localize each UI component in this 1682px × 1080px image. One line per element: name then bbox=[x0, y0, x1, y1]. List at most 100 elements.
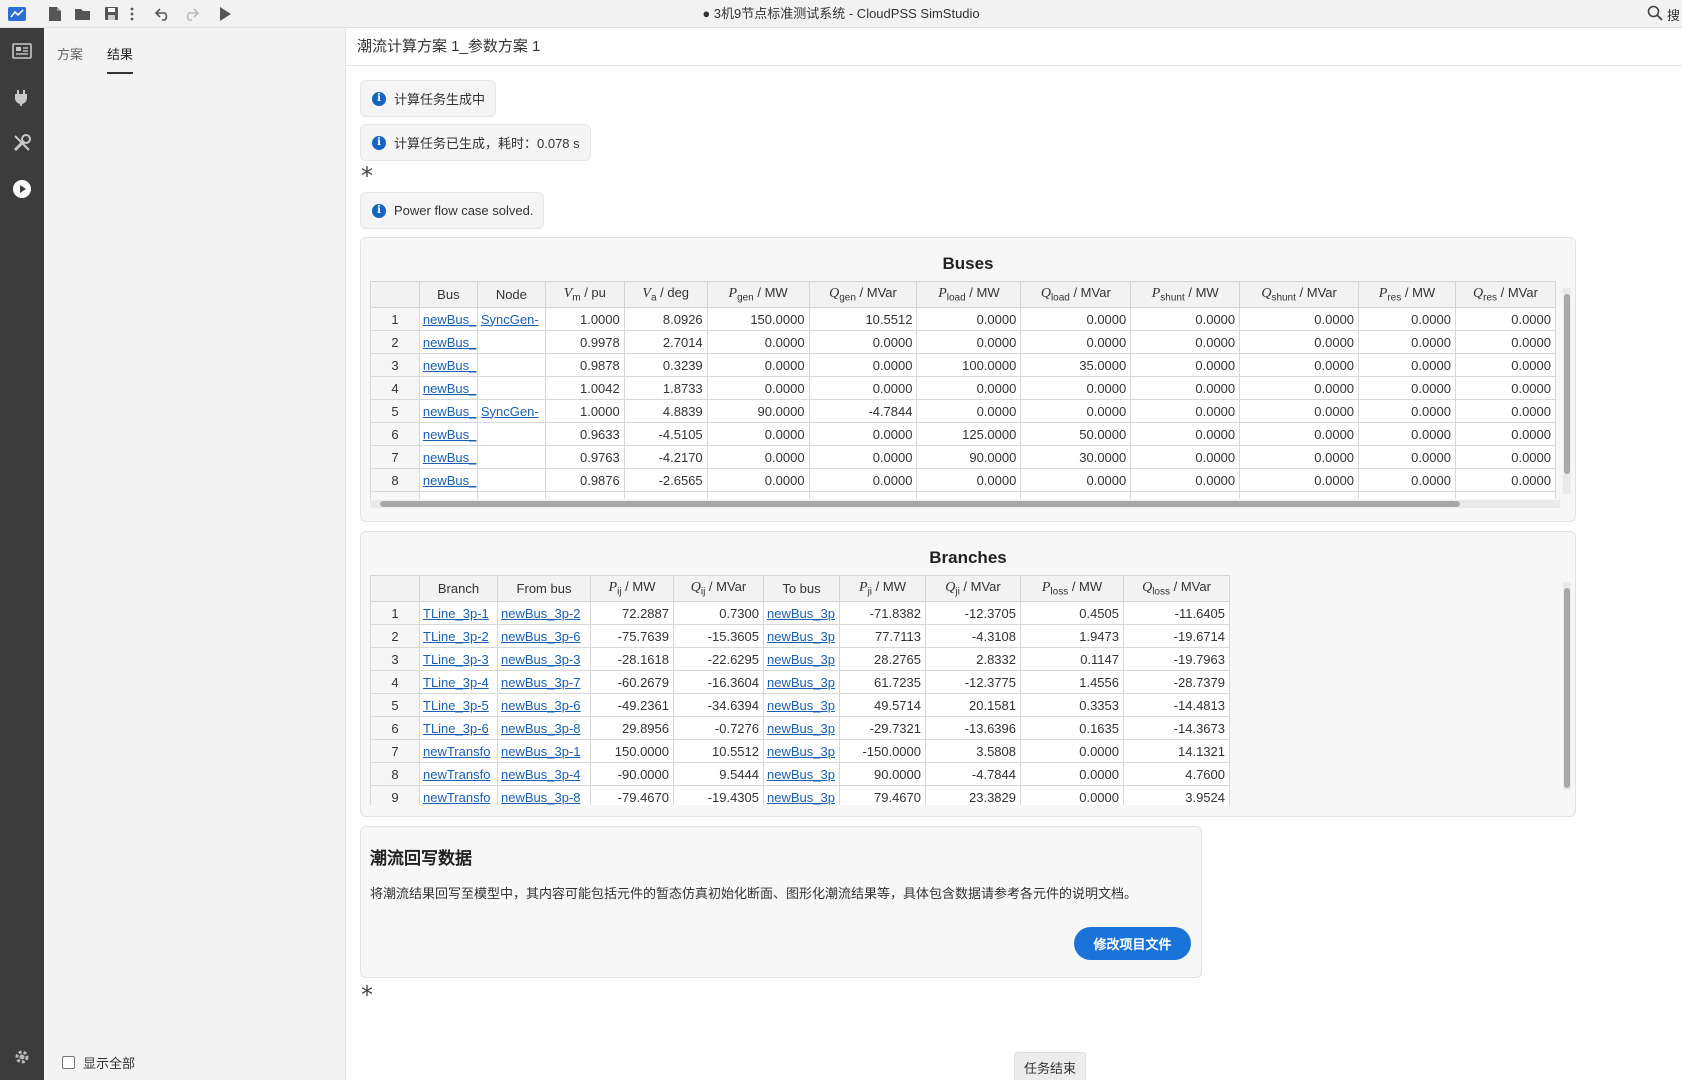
bus-row[interactable]: 1 newBus_ SyncGen- 1.0000 8.0926 150.0000 10.5… bbox=[370, 307, 1556, 331]
scroll-thumb[interactable] bbox=[1564, 294, 1570, 474]
modify-project-file-button[interactable]: 修改项目文件 bbox=[1074, 927, 1191, 960]
bus-link-cell[interactable]: newBus_ bbox=[418, 422, 478, 446]
col-qgen[interactable]: Qgen / MVar bbox=[808, 281, 918, 308]
bus-link-cell[interactable]: newBus_ bbox=[418, 307, 478, 331]
bus-row[interactable]: 5 newBus_ SyncGen- 1.0000 4.8839 90.0000 -4.78… bbox=[370, 399, 1556, 423]
branch-link-cell[interactable]: newBus_3p-3 bbox=[497, 647, 591, 671]
branch-link-cell[interactable]: newBus_3p bbox=[763, 785, 840, 805]
branch-link-cell[interactable]: TLine_3p-6 bbox=[419, 716, 498, 740]
rail-run-icon[interactable] bbox=[0, 166, 44, 212]
bus-row[interactable]: 8 newBus_ 0.9876 -2.6565 0.0000 0.0000 0.0000 0… bbox=[370, 468, 1556, 492]
rail-plugin-icon[interactable] bbox=[0, 74, 44, 120]
tab-plan[interactable]: 方案 bbox=[57, 44, 83, 70]
col-bus[interactable]: Bus bbox=[418, 281, 478, 308]
branch-row[interactable]: 8 newTransfo newBus_3p-4 -90.0000 9.5444 newB… bbox=[370, 762, 1230, 786]
task-end-button[interactable]: 任务结束 bbox=[1014, 1052, 1086, 1080]
branch-link-cell[interactable]: newBus_3p-7 bbox=[497, 670, 591, 694]
bus-row[interactable]: 6 newBus_ 0.9633 -4.5105 0.0000 0.0000 125.000… bbox=[370, 422, 1556, 446]
branch-link-cell[interactable]: TLine_3p-5 bbox=[419, 693, 498, 717]
col-node[interactable]: Node bbox=[476, 281, 546, 308]
col-qres[interactable]: Qres / MVar bbox=[1454, 281, 1556, 308]
branch-link-cell[interactable]: newBus_3p bbox=[763, 693, 840, 717]
col-qload[interactable]: Qload / MVar bbox=[1020, 281, 1132, 308]
branch-row[interactable]: 9 newTransfo newBus_3p-8 -79.4670 -19.4305 ne… bbox=[370, 785, 1230, 805]
col-branch[interactable]: Branch bbox=[419, 575, 498, 602]
col-pres[interactable]: Pres / MW bbox=[1358, 281, 1456, 308]
search-icon[interactable] bbox=[1647, 5, 1663, 24]
col-ploss[interactable]: Ploss / MW bbox=[1020, 575, 1124, 602]
branch-row[interactable]: 7 newTransfo newBus_3p-1 150.0000 10.5512 new… bbox=[370, 739, 1230, 763]
col-pji[interactable]: Pji / MW bbox=[839, 575, 926, 602]
bus-link-cell[interactable]: newBus_ bbox=[418, 399, 478, 423]
rail-model-icon[interactable] bbox=[0, 28, 44, 74]
bus-link-cell[interactable]: newBus_ bbox=[418, 445, 478, 469]
branch-link-cell[interactable]: newBus_3p bbox=[763, 716, 840, 740]
more-vertical-icon[interactable] bbox=[128, 3, 136, 25]
branch-link-cell[interactable]: newTransfo bbox=[419, 762, 498, 786]
save-icon[interactable] bbox=[100, 3, 122, 25]
bus-row[interactable]: 2 newBus_ 0.9978 2.7014 0.0000 0.0000 0.0000 0.… bbox=[370, 330, 1556, 354]
branch-link-cell[interactable]: newBus_3p bbox=[763, 739, 840, 763]
bus-link-cell[interactable]: newBus_ bbox=[418, 353, 478, 377]
buses-horizontal-scrollbar[interactable] bbox=[370, 500, 1560, 508]
bus-row[interactable]: 9newBus_SyncGen-1.00000.000079.467023.38… bbox=[370, 491, 1556, 499]
branch-row[interactable]: 5 TLine_3p-5 newBus_3p-6 -49.2361 -34.6394 ne… bbox=[370, 693, 1230, 717]
open-folder-icon[interactable] bbox=[72, 3, 94, 25]
branch-link-cell[interactable]: newTransfo bbox=[419, 739, 498, 763]
branches-table-viewport[interactable]: Branch From bus Pij / MW Qij / MVar To b… bbox=[370, 575, 1560, 805]
col-pij[interactable]: Pij / MW bbox=[590, 575, 674, 602]
bus-link-cell[interactable]: SyncGen- bbox=[476, 399, 546, 423]
branch-link-cell[interactable]: newBus_3p-2 bbox=[497, 601, 591, 625]
rail-tools-icon[interactable] bbox=[0, 120, 44, 166]
branch-link-cell[interactable]: newBus_3p bbox=[763, 624, 840, 648]
branch-link-cell[interactable]: newBus_3p-4 bbox=[497, 762, 591, 786]
bus-row[interactable]: 7 newBus_ 0.9763 -4.2170 0.0000 0.0000 90.0000… bbox=[370, 445, 1556, 469]
col-vm[interactable]: Vm / pu bbox=[544, 281, 625, 308]
branch-link-cell[interactable]: newBus_3p bbox=[763, 601, 840, 625]
branch-row[interactable]: 4 TLine_3p-4 newBus_3p-7 -60.2679 -16.3604 ne… bbox=[370, 670, 1230, 694]
col-pload[interactable]: Pload / MW bbox=[916, 281, 1022, 308]
col-qshunt[interactable]: Qshunt / MVar bbox=[1239, 281, 1360, 308]
col-pshunt[interactable]: Pshunt / MW bbox=[1130, 281, 1241, 308]
show-all-toggle[interactable]: 显示全部 bbox=[62, 1053, 135, 1072]
branch-link-cell[interactable]: newBus_3p-8 bbox=[497, 716, 591, 740]
branch-row[interactable]: 3 TLine_3p-3 newBus_3p-3 -28.1618 -22.6295 ne… bbox=[370, 647, 1230, 671]
bus-link-cell[interactable]: newBus_ bbox=[418, 376, 478, 400]
branch-link-cell[interactable]: TLine_3p-3 bbox=[419, 647, 498, 671]
branch-link-cell[interactable]: newBus_3p-8 bbox=[497, 785, 591, 805]
undo-icon[interactable] bbox=[152, 3, 174, 25]
scroll-thumb[interactable] bbox=[1564, 588, 1570, 788]
col-from-bus[interactable]: From bus bbox=[497, 575, 591, 602]
bus-link-cell[interactable]: newBus_ bbox=[418, 468, 478, 492]
tab-result[interactable]: 结果 bbox=[107, 44, 134, 74]
show-all-checkbox[interactable] bbox=[62, 1056, 75, 1069]
col-to-bus[interactable]: To bus bbox=[763, 575, 840, 602]
col-qij[interactable]: Qij / MVar bbox=[673, 575, 764, 602]
branch-link-cell[interactable]: newBus_3p-1 bbox=[497, 739, 591, 763]
new-file-icon[interactable] bbox=[44, 3, 66, 25]
branch-link-cell[interactable]: newBus_3p-6 bbox=[497, 624, 591, 648]
branch-link-cell[interactable]: newBus_3p bbox=[763, 647, 840, 671]
branch-link-cell[interactable]: newBus_3p bbox=[763, 670, 840, 694]
col-qloss[interactable]: Qloss / MVar bbox=[1123, 575, 1230, 602]
bus-link-cell[interactable]: SyncGen- bbox=[476, 307, 546, 331]
col-qji[interactable]: Qji / MVar bbox=[925, 575, 1021, 602]
bus-link-cell[interactable]: newBus_ bbox=[418, 491, 478, 499]
scroll-thumb[interactable] bbox=[380, 501, 1460, 507]
branch-link-cell[interactable]: TLine_3p-1 bbox=[419, 601, 498, 625]
buses-vertical-scrollbar[interactable] bbox=[1563, 288, 1571, 494]
bus-row[interactable]: 3 newBus_ 0.9878 0.3239 0.0000 0.0000 100.0000… bbox=[370, 353, 1556, 377]
branch-link-cell[interactable]: TLine_3p-4 bbox=[419, 670, 498, 694]
bus-link-cell[interactable]: newBus_ bbox=[418, 330, 478, 354]
branch-row[interactable]: 1 TLine_3p-1 newBus_3p-2 72.2887 0.7300 newBu… bbox=[370, 601, 1230, 625]
branch-link-cell[interactable]: newBus_3p-6 bbox=[497, 693, 591, 717]
bus-link-cell[interactable]: SyncGen- bbox=[476, 491, 546, 499]
bus-row[interactable]: 4 newBus_ 1.0042 1.8733 0.0000 0.0000 0.0000 0.… bbox=[370, 376, 1556, 400]
branch-link-cell[interactable]: newTransfo bbox=[419, 785, 498, 805]
col-va[interactable]: Va / deg bbox=[623, 281, 708, 308]
branches-vertical-scrollbar[interactable] bbox=[1563, 582, 1571, 790]
search-label[interactable]: 搜 bbox=[1667, 5, 1680, 24]
branch-link-cell[interactable]: newBus_3p bbox=[763, 762, 840, 786]
branch-row[interactable]: 6 TLine_3p-6 newBus_3p-8 29.8956 -0.7276 newB… bbox=[370, 716, 1230, 740]
branch-row[interactable]: 2 TLine_3p-2 newBus_3p-6 -75.7639 -15.3605 ne… bbox=[370, 624, 1230, 648]
